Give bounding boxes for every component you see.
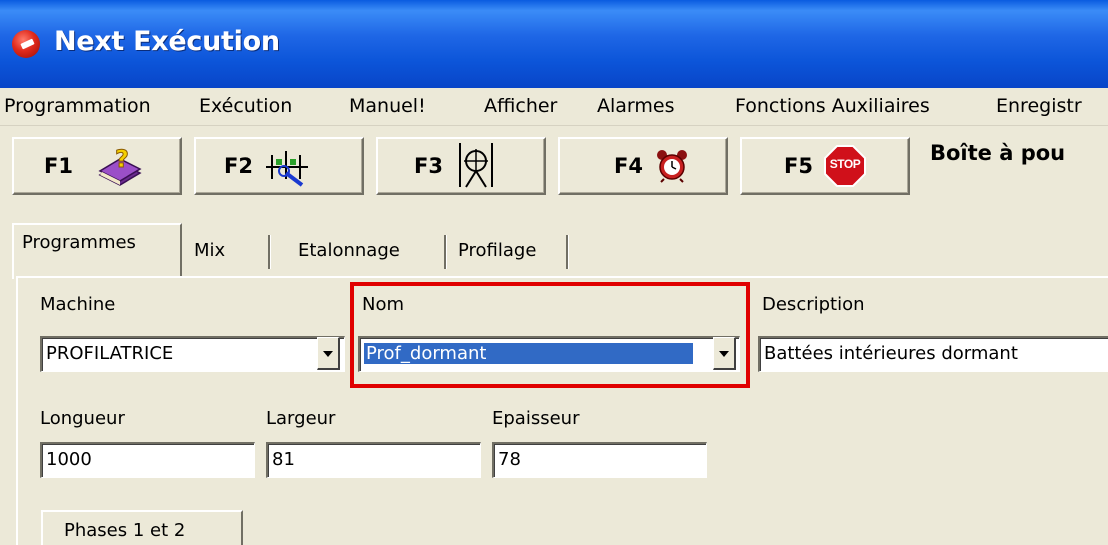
machine-dropdown-button[interactable] <box>317 337 340 370</box>
application-window: Next Exécution Programmation Exécution M… <box>0 0 1108 545</box>
longueur-label: Longueur <box>40 408 125 429</box>
longueur-input[interactable]: 1000 <box>40 442 255 478</box>
epaisseur-label: Epaisseur <box>492 408 580 429</box>
largeur-value: 81 <box>272 449 295 470</box>
stop-sign-text: STOP <box>829 157 861 171</box>
menu-alarmes[interactable]: Alarmes <box>597 95 675 117</box>
machine-select[interactable]: PROFILATRICE <box>40 336 345 372</box>
calibration-icon <box>264 145 310 191</box>
f2-key-label: F2 <box>224 154 253 178</box>
tab-separator <box>566 235 568 269</box>
longueur-value: 1000 <box>46 449 92 470</box>
app-logo-icon <box>12 30 40 58</box>
svg-text:?: ? <box>115 145 129 173</box>
stop-sign-icon: STOP <box>824 145 866 187</box>
menu-manuel[interactable]: Manuel! <box>349 95 426 117</box>
subtab-phases-1-et-2[interactable]: Phases 1 et 2 <box>64 520 185 541</box>
description-label: Description <box>762 294 865 315</box>
toolbox-button[interactable]: Boîte à pou <box>930 141 1065 165</box>
f4-key-label: F4 <box>614 154 643 178</box>
f3-key-label: F3 <box>414 154 443 178</box>
tab-programmes[interactable]: Programmes <box>22 232 136 253</box>
menu-afficher[interactable]: Afficher <box>484 95 557 117</box>
tab-etalonnage[interactable]: Etalonnage <box>298 240 400 261</box>
largeur-label: Largeur <box>266 408 336 429</box>
description-field[interactable]: Battées intérieures dormant <box>758 336 1108 372</box>
epaisseur-value: 78 <box>498 449 521 470</box>
f5-stop-button[interactable]: F5 STOP <box>740 137 910 195</box>
help-book-icon: ? <box>96 145 144 193</box>
f4-alarm-button[interactable]: F4 <box>558 137 728 195</box>
f2-calibration-button[interactable]: F2 <box>194 137 364 195</box>
highlight-box <box>350 282 750 388</box>
largeur-input[interactable]: 81 <box>266 442 481 478</box>
measure-icon <box>454 141 500 195</box>
tab-separator <box>444 235 446 269</box>
machine-select-value: PROFILATRICE <box>46 343 174 364</box>
f1-help-button[interactable]: F1 ? <box>12 137 182 195</box>
alarm-clock-icon <box>656 149 688 187</box>
f3-measure-button[interactable]: F3 <box>376 137 546 195</box>
title-bar[interactable]: Next Exécution <box>0 0 1108 88</box>
tab-separator <box>268 235 270 269</box>
f5-key-label: F5 <box>784 154 813 178</box>
main-tabs: Programmes Mix Etalonnage Profilage <box>0 215 1108 279</box>
toolbar: F1 ? F2 F3 F4 F5 STOP Boîte à pou <box>0 126 1108 211</box>
description-value: Battées intérieures dormant <box>764 343 1018 364</box>
f1-key-label: F1 <box>44 154 73 178</box>
menu-programmation[interactable]: Programmation <box>4 95 151 117</box>
epaisseur-input[interactable]: 78 <box>492 442 707 478</box>
menu-bar: Programmation Exécution Manuel! Afficher… <box>0 88 1108 126</box>
menu-fonctions-auxiliaires[interactable]: Fonctions Auxiliaires <box>735 95 930 117</box>
tab-mix[interactable]: Mix <box>194 240 225 261</box>
menu-enregistrement[interactable]: Enregistr <box>996 95 1082 117</box>
tab-profilage[interactable]: Profilage <box>458 240 536 261</box>
menu-execution[interactable]: Exécution <box>199 95 292 117</box>
window-title: Next Exécution <box>54 26 280 57</box>
machine-label: Machine <box>40 294 116 315</box>
